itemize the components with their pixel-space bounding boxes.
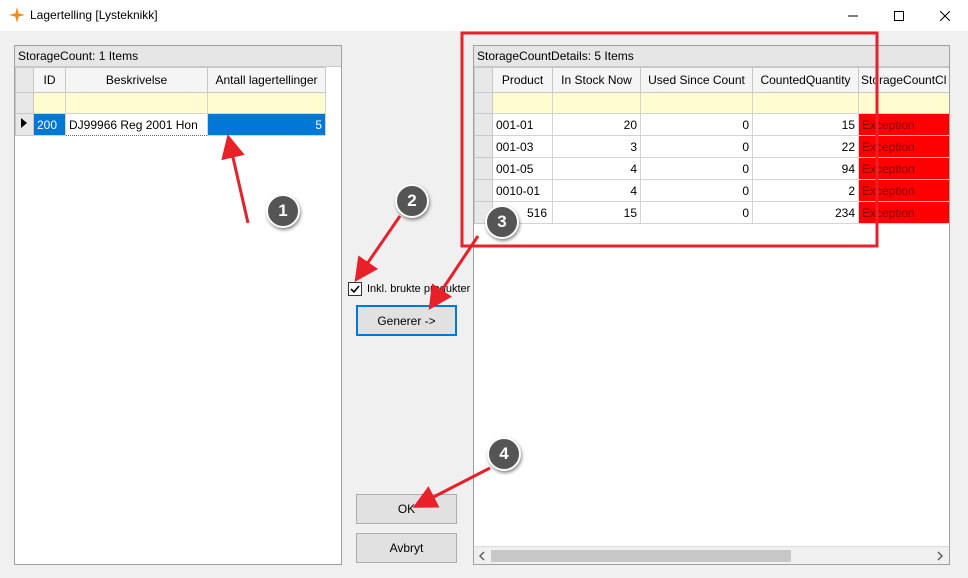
minimize-button[interactable] (830, 0, 876, 31)
storage-count-grid: ID Beskrivelse Antall lagertellinger 200… (15, 67, 326, 136)
row-header-corner (15, 67, 34, 93)
annotation-badge-4: 4 (487, 437, 521, 471)
cell-used[interactable]: 0 (640, 157, 753, 180)
close-button[interactable] (922, 0, 968, 31)
cell-product[interactable]: 001-01 (492, 113, 553, 136)
cell-product[interactable]: 001-05 (492, 157, 553, 180)
storage-count-details-header: StorageCountDetails: 5 Items (474, 46, 949, 67)
column-header-used-since-count[interactable]: Used Since Count (640, 67, 753, 93)
cell-used[interactable]: 0 (640, 179, 753, 202)
annotation-badge-1: 1 (266, 194, 300, 228)
horizontal-scrollbar[interactable] (474, 546, 949, 564)
minimize-icon (848, 15, 858, 16)
column-header-description[interactable]: Beskrivelse (65, 67, 208, 93)
column-header-status[interactable]: StorageCountCl (858, 67, 949, 93)
cell-used[interactable]: 0 (640, 135, 753, 158)
cell-status[interactable]: Exception (858, 179, 949, 202)
checkmark-icon (350, 285, 360, 294)
cell-counted[interactable]: 15 (752, 113, 859, 136)
table-row[interactable]: 001-05 4 0 94 Exception (474, 157, 949, 180)
table-row[interactable]: 001-03 3 0 22 Exception (474, 135, 949, 158)
column-header-counted-quantity[interactable]: CountedQuantity (752, 67, 859, 93)
cell-in-stock[interactable]: 4 (552, 157, 641, 180)
orange-star-icon (9, 7, 25, 23)
filter-cell-used[interactable] (640, 92, 753, 114)
filter-cell-in-stock[interactable] (552, 92, 641, 114)
annotation-arrow-2 (354, 215, 402, 282)
scrollbar-thumb[interactable] (491, 550, 791, 562)
include-used-checkbox[interactable] (348, 282, 362, 296)
column-header-count[interactable]: Antall lagertellinger (207, 67, 326, 93)
annotation-badge-3: 3 (485, 205, 519, 239)
row-pointer-icon (21, 118, 27, 128)
cell-id[interactable]: 200 (33, 113, 66, 136)
row-header-corner (474, 67, 493, 93)
filter-cell-id[interactable] (33, 92, 66, 114)
storage-count-panel: StorageCount: 1 Items ID Beskrivelse Ant… (14, 45, 342, 565)
cell-counted[interactable]: 2 (752, 179, 859, 202)
filter-cell-counted[interactable] (752, 92, 859, 114)
filter-row[interactable] (15, 92, 326, 114)
scroll-left-icon[interactable] (477, 551, 487, 561)
generate-button[interactable]: Generer -> (356, 305, 457, 336)
cell-description[interactable]: DJ99966 Reg 2001 Hon (65, 113, 208, 136)
table-row[interactable]: 516 15 0 234 Exception (474, 201, 949, 224)
storage-count-details-grid: Product In Stock Now Used Since Count Co… (474, 67, 949, 224)
include-used-label: Inkl. brukte produkter (367, 283, 471, 295)
cell-used[interactable]: 0 (640, 201, 753, 224)
maximize-button[interactable] (876, 0, 922, 31)
ok-button[interactable]: OK (356, 494, 457, 524)
cell-product[interactable]: 0010-01 (492, 179, 553, 202)
filter-cell-status[interactable] (858, 92, 949, 114)
table-row[interactable]: 200 DJ99966 Reg 2001 Hon 5 (15, 113, 326, 136)
column-header-id[interactable]: ID (33, 67, 66, 93)
maximize-icon (894, 10, 904, 21)
cell-product[interactable]: 001-03 (492, 135, 553, 158)
storage-count-header: StorageCount: 1 Items (15, 46, 341, 67)
filter-cell-description[interactable] (65, 92, 208, 114)
current-row-indicator (15, 113, 34, 136)
table-row[interactable]: 001-01 20 0 15 Exception (474, 113, 949, 136)
table-row[interactable]: 0010-01 4 0 2 Exception (474, 179, 949, 202)
cell-in-stock[interactable]: 4 (552, 179, 641, 202)
cell-status[interactable]: Exception (858, 157, 949, 180)
close-icon (940, 10, 950, 21)
cell-in-stock[interactable]: 15 (552, 201, 641, 224)
scroll-right-icon[interactable] (935, 551, 945, 561)
storage-count-details-panel: StorageCountDetails: 5 Items Product In … (473, 45, 950, 565)
cell-counted[interactable]: 94 (752, 157, 859, 180)
filter-cell-product[interactable] (492, 92, 553, 114)
cell-in-stock[interactable]: 20 (552, 113, 641, 136)
filter-row[interactable] (474, 92, 949, 114)
cell-in-stock[interactable]: 3 (552, 135, 641, 158)
annotation-badge-2: 2 (395, 184, 429, 218)
cell-status[interactable]: Exception (858, 135, 949, 158)
cell-status[interactable]: Exception (858, 113, 949, 136)
cell-count[interactable]: 5 (207, 113, 326, 136)
cell-used[interactable]: 0 (640, 113, 753, 136)
cancel-button[interactable]: Avbryt (356, 533, 457, 563)
cell-counted[interactable]: 22 (752, 135, 859, 158)
column-header-in-stock[interactable]: In Stock Now (552, 67, 641, 93)
cell-status[interactable]: Exception (858, 201, 949, 224)
window-title: Lagertelling [Lysteknikk] (30, 8, 158, 22)
cell-counted[interactable]: 234 (752, 201, 859, 224)
filter-cell-count[interactable] (207, 92, 326, 114)
column-header-product[interactable]: Product (492, 67, 553, 93)
